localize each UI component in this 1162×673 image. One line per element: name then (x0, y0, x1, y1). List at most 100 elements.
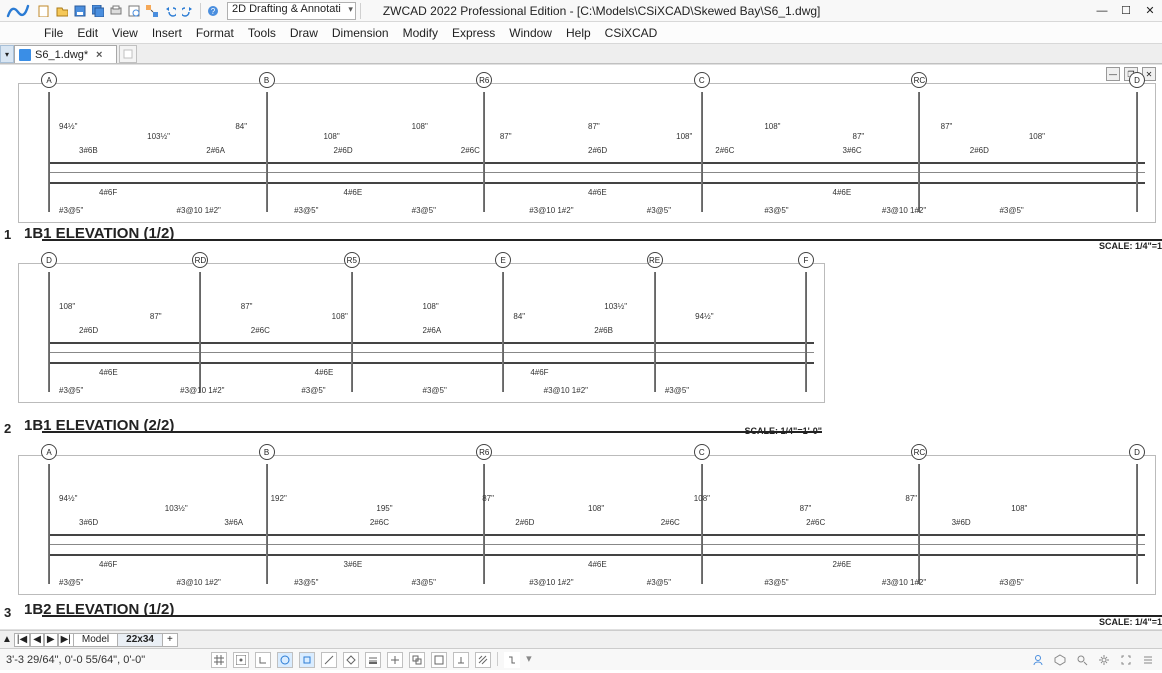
rebar-callout: 2#6B (594, 326, 613, 335)
svg-text:?: ? (211, 7, 216, 16)
menu-file[interactable]: File (44, 26, 63, 40)
open-icon[interactable] (54, 3, 70, 19)
isoview-icon[interactable] (1052, 652, 1068, 668)
new-tab-icon[interactable] (119, 45, 137, 63)
menu-icon[interactable] (1140, 652, 1156, 668)
model-toggle-icon[interactable] (431, 652, 447, 668)
lwt-toggle-icon[interactable] (365, 652, 381, 668)
menu-draw[interactable]: Draw (290, 26, 318, 40)
elevation-panel-3: ABR6CRCD94½"103½"192"195"87"108"108"87"8… (18, 455, 1156, 595)
panel-scale: SCALE: 1/4"=1 (1099, 617, 1162, 627)
menu-dimension[interactable]: Dimension (332, 26, 389, 40)
grid-bubble: A (41, 444, 57, 460)
menu-csixcad[interactable]: CSiXCAD (605, 26, 658, 40)
dim-label: 87" (588, 122, 600, 131)
plot-icon[interactable] (108, 3, 124, 19)
polar-toggle-icon[interactable] (277, 652, 293, 668)
section-spacing: #3@5" (647, 206, 671, 215)
menu-edit[interactable]: Edit (77, 26, 98, 40)
menu-help[interactable]: Help (566, 26, 591, 40)
panel-rule (42, 615, 1162, 617)
grid-toggle-icon[interactable] (211, 652, 227, 668)
section-spacing: #3@10 1#2" (529, 206, 573, 215)
gridline (805, 272, 807, 392)
bottom-rebar: 4#6E (833, 188, 852, 197)
status-right-tools (1030, 652, 1156, 668)
layout-nav-last[interactable]: ▶| (58, 633, 74, 647)
dim-label: 195" (376, 504, 392, 513)
layout-scroll-up-icon[interactable]: ▲ (2, 634, 12, 645)
workspace-selector[interactable]: 2D Drafting & Annotati (227, 2, 356, 20)
gridline (701, 464, 703, 584)
panel-scale: SCALE: 1/4"=1 (1099, 241, 1162, 251)
rebar-callout: 2#6C (370, 518, 389, 527)
section-spacing: #3@10 1#2" (180, 386, 224, 395)
menu-tools[interactable]: Tools (248, 26, 276, 40)
layout-tab-active[interactable]: 22x34 (117, 633, 163, 647)
tab-pin-icon[interactable]: ▾ (0, 45, 14, 63)
menu-express[interactable]: Express (452, 26, 495, 40)
rebar-callout: 2#6C (715, 146, 734, 155)
dyn-toggle-icon[interactable] (343, 652, 359, 668)
help-icon[interactable]: ? (205, 3, 221, 19)
menu-insert[interactable]: Insert (152, 26, 182, 40)
grid-bubble: C (694, 444, 710, 460)
expand-toggle-icon[interactable] (504, 652, 520, 668)
minimize-icon[interactable]: — (1094, 3, 1110, 19)
maximize-icon[interactable]: ☐ (1118, 3, 1134, 19)
menu-window[interactable]: Window (509, 26, 552, 40)
layout-nav-prev[interactable]: ◀ (30, 633, 44, 647)
dim-label: 108" (764, 122, 780, 131)
layout-add-icon[interactable]: + (162, 633, 178, 647)
document-tab[interactable]: S6_1.dwg* × (14, 45, 117, 63)
layout-nav-next[interactable]: ▶ (44, 633, 58, 647)
tab-close-icon[interactable]: × (92, 48, 106, 62)
print-preview-icon[interactable] (126, 3, 142, 19)
rebar-callout: 3#6A (224, 518, 243, 527)
window-title: ZWCAD 2022 Professional Edition - [C:\Mo… (383, 4, 1094, 18)
bottom-rebar: 3#6E (344, 560, 363, 569)
dim-label: 87" (482, 494, 494, 503)
layout-nav-first[interactable]: |◀ (14, 633, 30, 647)
menu-modify[interactable]: Modify (403, 26, 438, 40)
section-spacing: #3@5" (423, 386, 447, 395)
otrack-toggle-icon[interactable] (321, 652, 337, 668)
new-icon[interactable] (36, 3, 52, 19)
dim-label: 108" (694, 494, 710, 503)
save-icon[interactable] (72, 3, 88, 19)
drawing-area[interactable]: — ❐ ✕ ABR6CRCD94½"103½"84"108"108"87"87"… (0, 64, 1162, 630)
grid-bubble: D (41, 252, 57, 268)
dim-label: 87" (853, 132, 865, 141)
layout-tab-model[interactable]: Model (73, 633, 118, 647)
dim-label: 108" (588, 504, 604, 513)
gear-icon[interactable] (1096, 652, 1112, 668)
undo-icon[interactable] (162, 3, 178, 19)
cycle-toggle-icon[interactable] (409, 652, 425, 668)
saveall-icon[interactable] (90, 3, 106, 19)
menu-view[interactable]: View (112, 26, 138, 40)
match-prop-icon[interactable] (144, 3, 160, 19)
osnap-toggle-icon[interactable] (299, 652, 315, 668)
close-icon[interactable]: ✕ (1142, 3, 1158, 19)
search-icon[interactable] (1074, 652, 1090, 668)
rebar-callout: 2#6C (251, 326, 270, 335)
snap-toggle-icon[interactable] (233, 652, 249, 668)
anno-toggle-icon[interactable] (453, 652, 469, 668)
section-spacing: #3@5" (764, 578, 788, 587)
ortho-toggle-icon[interactable] (255, 652, 271, 668)
hatch-toggle-icon[interactable] (475, 652, 491, 668)
section-spacing: #3@10 1#2" (882, 206, 926, 215)
elevation-panel-1: ABR6CRCD94½"103½"84"108"108"87"87"108"10… (18, 83, 1156, 223)
redo-icon[interactable] (180, 3, 196, 19)
fullscreen-icon[interactable] (1118, 652, 1134, 668)
gridline (1136, 92, 1138, 212)
section-spacing: #3@5" (59, 578, 83, 587)
menu-format[interactable]: Format (196, 26, 234, 40)
rebar-callout: 3#6C (843, 146, 862, 155)
dropdown-icon[interactable]: ▾ (526, 652, 532, 668)
section-spacing: #3@10 1#2" (544, 386, 588, 395)
user-icon[interactable] (1030, 652, 1046, 668)
dyninput-toggle-icon[interactable] (387, 652, 403, 668)
gridline (48, 464, 50, 584)
mdi-minimize-icon[interactable]: — (1106, 67, 1120, 81)
